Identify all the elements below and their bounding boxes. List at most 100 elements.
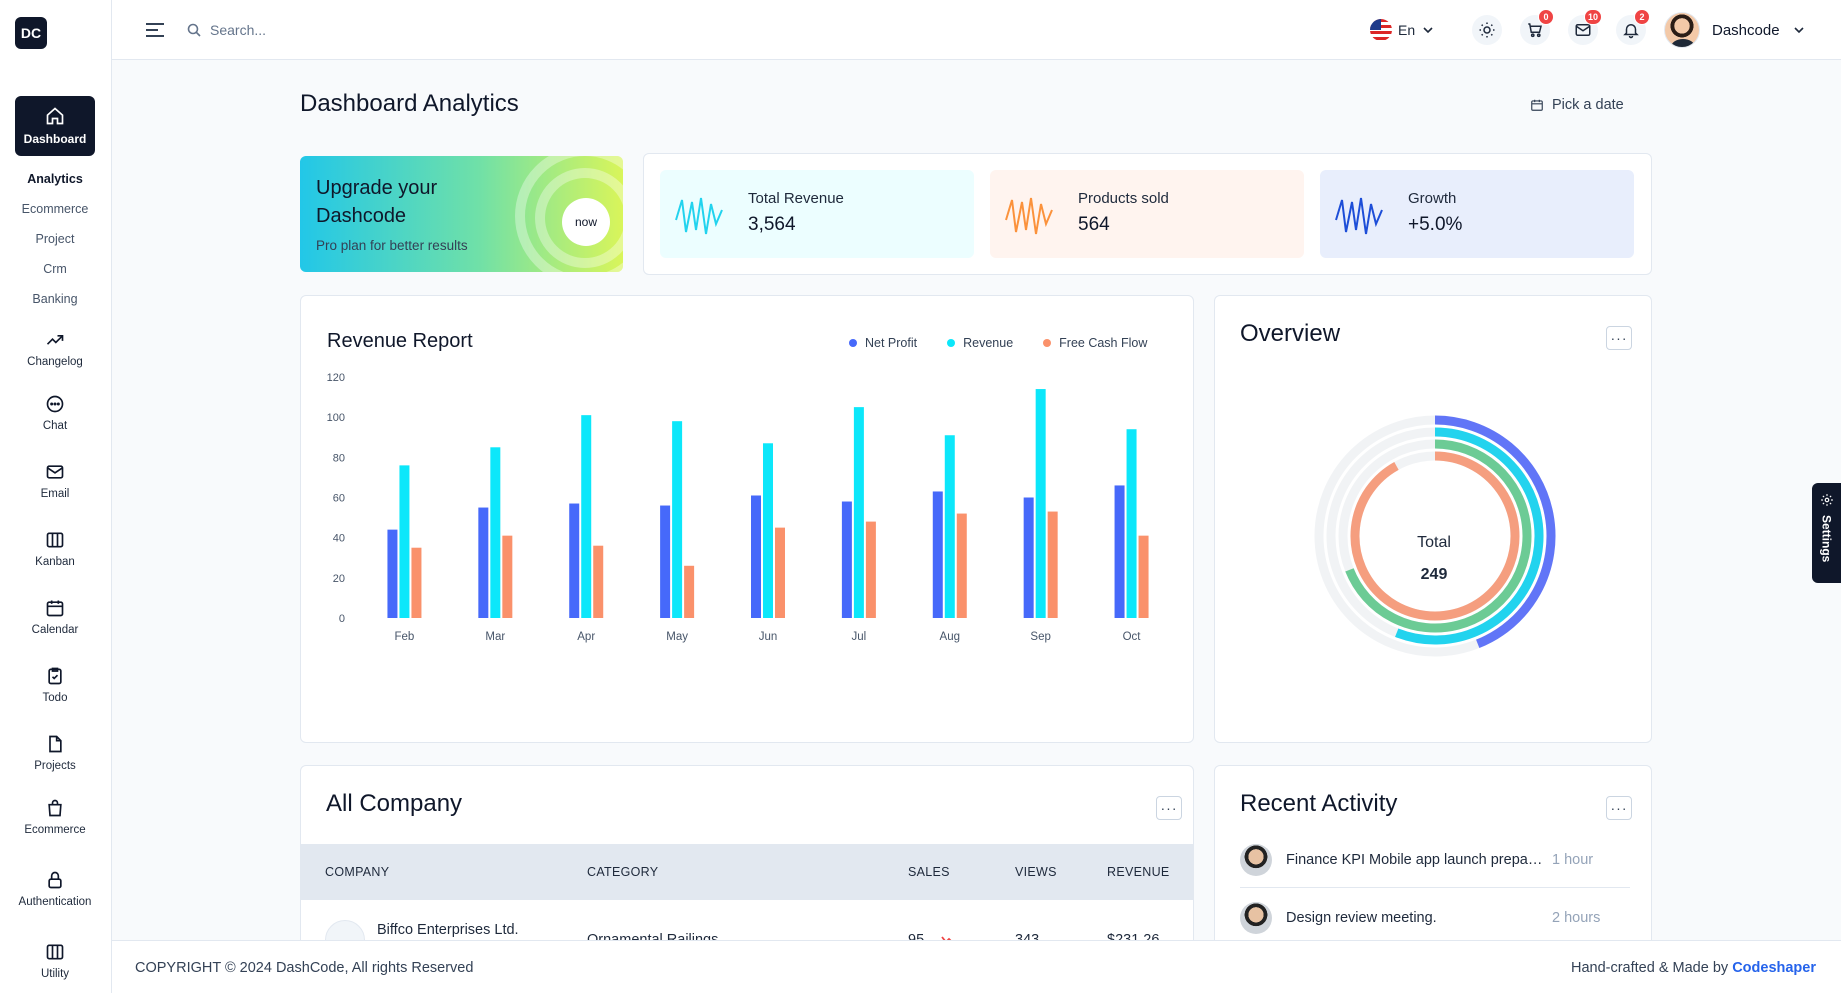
app-logo[interactable]: DC — [15, 17, 47, 49]
sidebar-item-authentication[interactable]: Authentication — [0, 870, 110, 908]
bar-net-profit — [932, 491, 943, 618]
upgrade-now-button[interactable]: now — [562, 198, 610, 246]
bar-free-cash-flow — [411, 547, 422, 618]
bar-net-profit — [387, 529, 398, 618]
notifications-button[interactable]: 2 — [1616, 9, 1650, 45]
sidebar-item-ecommerce[interactable]: Ecommerce — [0, 798, 110, 836]
stat-products-sold: Products sold 564 — [990, 170, 1304, 258]
x-tick-label: May — [666, 631, 688, 643]
sidebar-subitem-banking[interactable]: Banking — [0, 292, 110, 306]
column-header-views[interactable]: VIEWS — [1015, 865, 1057, 879]
sidebar-item-dashboard[interactable]: Dashboard — [15, 96, 95, 156]
x-tick-label: Feb — [395, 631, 415, 643]
upgrade-title: Upgrade your Dashcode — [316, 177, 438, 227]
more-options-button[interactable]: ··· — [1606, 326, 1632, 350]
sidebar-item-calendar[interactable]: Calendar — [0, 598, 110, 636]
activity-text: Finance KPI Mobile app launch preparion … — [1286, 851, 1544, 868]
more-options-button[interactable]: ··· — [1156, 796, 1182, 820]
pick-date-button[interactable]: Pick a date — [1530, 97, 1624, 113]
sidebar-item-todo[interactable]: Todo — [0, 666, 110, 704]
column-header-sales[interactable]: SALES — [908, 865, 950, 879]
upgrade-subtitle: Pro plan for better results — [316, 238, 468, 253]
column-header-category[interactable]: CATEGORY — [587, 865, 658, 879]
sidebar: DC Dashboard Analytics Ecommerce Project… — [0, 0, 112, 993]
mail-button[interactable]: 10 — [1568, 9, 1602, 45]
sidebar-subitem-ecommerce[interactable]: Ecommerce — [0, 202, 110, 216]
sidebar-item-kanban[interactable]: Kanban — [0, 530, 110, 568]
activity-time: 1 hour — [1552, 851, 1594, 868]
list-item[interactable]: Design review meeting. 2 hours — [1240, 890, 1630, 946]
sidebar-subitem-analytics[interactable]: Analytics — [0, 172, 110, 186]
stat-label: Growth — [1408, 190, 1457, 207]
bar-free-cash-flow — [502, 535, 513, 618]
calendar-icon — [1531, 99, 1543, 111]
sidebar-item-chat[interactable]: Chat — [0, 394, 110, 432]
x-tick-label: Sep — [1030, 631, 1050, 643]
language-selector[interactable]: En — [1370, 17, 1435, 43]
search-input[interactable] — [210, 18, 450, 42]
cart-button[interactable]: 0 — [1520, 9, 1554, 45]
sidebar-item-label: Email — [40, 488, 70, 500]
page-title: Dashboard Analytics — [300, 90, 519, 117]
all-company-title: All Company — [326, 790, 463, 817]
chat-icon — [46, 395, 64, 413]
y-tick-label: 20 — [333, 573, 345, 585]
sidebar-subitem-crm[interactable]: Crm — [0, 262, 110, 276]
bar-revenue — [399, 465, 410, 618]
x-tick-label: Mar — [485, 631, 505, 643]
settings-label: Settings — [1819, 515, 1834, 563]
bar-revenue — [1035, 389, 1046, 618]
bar-net-profit — [841, 501, 852, 618]
bar-free-cash-flow — [865, 521, 876, 618]
overview-card: Overview ··· Total 249 — [1214, 295, 1652, 743]
settings-drawer-tab[interactable]: Settings — [1812, 483, 1841, 583]
stat-total-revenue: Total Revenue 3,564 — [660, 170, 974, 258]
upgrade-card: Upgrade your Dashcode Pro plan for bette… — [300, 156, 623, 272]
bar-revenue — [672, 421, 683, 618]
stat-label: Total Revenue — [748, 190, 844, 207]
x-tick-label: Jun — [759, 631, 778, 643]
user-menu[interactable]: Dashcode — [1664, 12, 1806, 48]
sidebar-item-projects[interactable]: Projects — [0, 734, 110, 772]
lock-icon — [48, 871, 62, 889]
bar-net-profit — [1023, 497, 1034, 618]
stat-value: 3,564 — [748, 214, 796, 235]
mail-count-badge: 10 — [1583, 9, 1602, 25]
theme-toggle-button[interactable] — [1472, 15, 1502, 45]
recent-activity-card: Recent Activity ··· Finance KPI Mobile a… — [1214, 765, 1652, 965]
sidebar-item-email[interactable]: Email — [0, 462, 110, 500]
list-item[interactable]: Finance KPI Mobile app launch preparion … — [1240, 832, 1630, 888]
sparkline-chart — [1005, 197, 1053, 235]
sidebar-item-utility[interactable]: Utility — [0, 942, 110, 980]
sparkline-chart — [675, 197, 723, 235]
x-tick-label: Aug — [940, 631, 960, 643]
company-name: Biffco Enterprises Ltd. — [377, 922, 519, 938]
avatar — [1240, 902, 1272, 934]
stats-card: Total Revenue 3,564 Products sold 564 Gr… — [643, 153, 1652, 275]
cart-count-badge: 0 — [1538, 9, 1554, 25]
user-name: Dashcode — [1712, 21, 1780, 39]
brand-link[interactable]: Codeshaper — [1732, 960, 1816, 976]
avatar — [1664, 12, 1700, 48]
sun-icon — [1479, 22, 1495, 38]
sidebar-item-label: Calendar — [31, 624, 79, 636]
sidebar-item-label: Todo — [42, 692, 68, 704]
more-options-button[interactable]: ··· — [1606, 796, 1632, 820]
sidebar-item-label: Authentication — [18, 896, 92, 908]
bar-free-cash-flow — [684, 565, 695, 618]
bar-revenue — [853, 407, 864, 618]
y-tick-label: 0 — [339, 613, 345, 625]
sidebar-subitem-project[interactable]: Project — [0, 232, 110, 246]
sidebar-item-changelog[interactable]: Changelog — [0, 330, 110, 368]
shopping-bag-icon — [48, 799, 62, 817]
made-by-label: Hand-crafted & Made by — [1570, 960, 1733, 976]
recent-activity-title: Recent Activity — [1240, 790, 1398, 817]
column-header-revenue[interactable]: REVENUE — [1107, 865, 1170, 879]
y-tick-label: 80 — [333, 452, 345, 464]
table-header: COMPANY CATEGORY SALES VIEWS REVENUE — [301, 844, 1193, 900]
column-header-company[interactable]: COMPANY — [325, 865, 389, 879]
bar-free-cash-flow — [593, 545, 604, 618]
menu-icon[interactable] — [144, 20, 166, 40]
y-tick-label: 120 — [327, 372, 345, 384]
sparkline-chart — [1335, 197, 1383, 235]
